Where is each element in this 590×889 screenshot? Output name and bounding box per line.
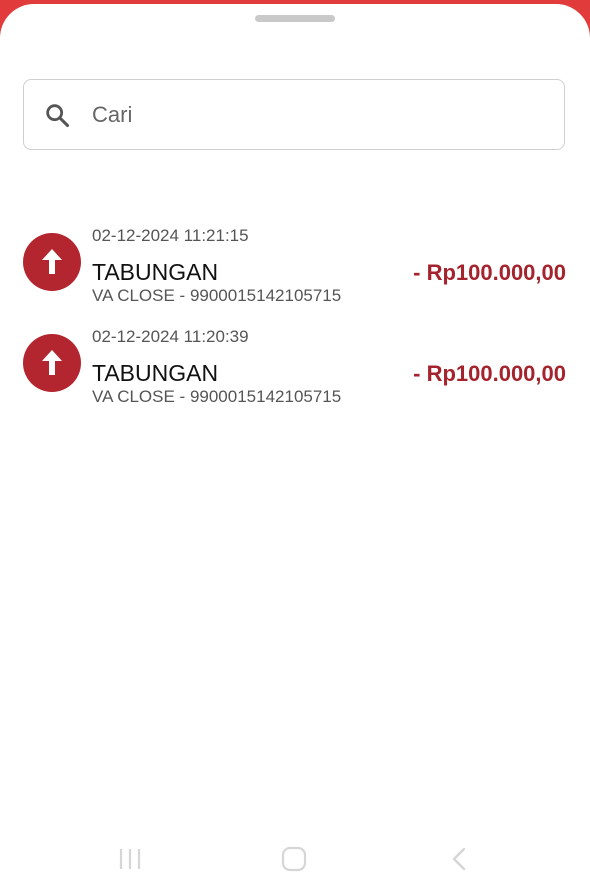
- system-navigation-bar: [0, 833, 590, 889]
- transaction-type-badge: [23, 334, 81, 392]
- transaction-item[interactable]: 02-12-2024 11:21:15 TABUNGAN VA CLOSE - …: [0, 219, 590, 309]
- transaction-item[interactable]: 02-12-2024 11:20:39 TABUNGAN VA CLOSE - …: [0, 320, 590, 410]
- home-icon[interactable]: [281, 846, 307, 872]
- transaction-amount: - Rp100.000,00: [413, 361, 566, 386]
- transaction-description: VA CLOSE - 9900015142105715: [92, 387, 342, 406]
- drag-handle[interactable]: [255, 15, 335, 22]
- arrow-up-icon: [42, 350, 62, 375]
- transaction-type-badge: [23, 233, 81, 291]
- transaction-date: 02-12-2024 11:21:15: [92, 226, 249, 245]
- transaction-title: TABUNGAN: [92, 259, 219, 285]
- transaction-title: TABUNGAN: [92, 360, 219, 386]
- transaction-amount: - Rp100.000,00: [413, 260, 566, 285]
- arrow-up-icon: [42, 249, 62, 274]
- recent-apps-icon[interactable]: [117, 847, 143, 871]
- transaction-description: VA CLOSE - 9900015142105715: [92, 286, 342, 305]
- transaction-date: 02-12-2024 11:20:39: [92, 327, 249, 346]
- search-icon: [46, 104, 70, 128]
- bottom-sheet: 02-12-2024 11:21:15 TABUNGAN VA CLOSE - …: [0, 4, 590, 889]
- search-box[interactable]: [23, 79, 565, 150]
- back-icon[interactable]: [447, 846, 471, 872]
- search-input[interactable]: [92, 98, 532, 132]
